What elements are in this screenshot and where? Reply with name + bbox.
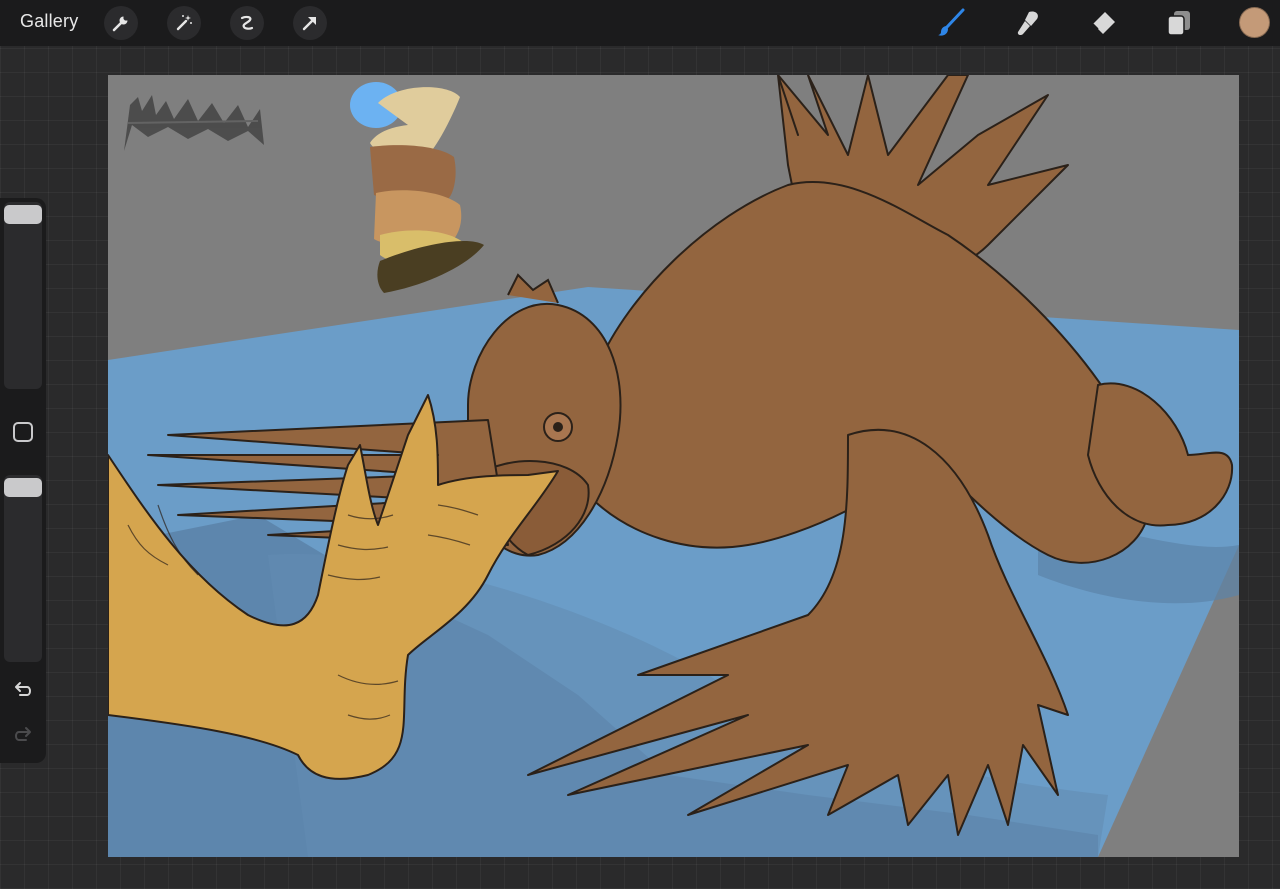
left-sidebar — [0, 198, 46, 763]
opacity-slider[interactable] — [4, 475, 42, 662]
smudge-tool-button[interactable] — [1011, 6, 1045, 40]
artwork — [108, 75, 1239, 857]
drawing-canvas[interactable] — [108, 75, 1239, 857]
top-toolbar: Gallery — [0, 0, 1280, 46]
brush-size-handle[interactable] — [4, 205, 42, 224]
brush-size-slider[interactable] — [4, 202, 42, 389]
transform-arrow-icon — [302, 17, 316, 31]
selection-icon — [240, 15, 254, 30]
wrench-icon — [112, 16, 128, 32]
modify-button[interactable] — [13, 422, 33, 442]
brush-tool-button[interactable] — [934, 6, 968, 40]
eraser-icon — [1092, 12, 1115, 34]
magic-wand-icon — [176, 15, 192, 31]
undo-icon[interactable] — [11, 678, 35, 702]
opacity-handle[interactable] — [4, 478, 42, 497]
smudge-icon — [1017, 11, 1038, 36]
transform-button[interactable] — [293, 6, 327, 40]
eraser-tool-button[interactable] — [1086, 6, 1120, 40]
adjustments-button[interactable] — [167, 6, 201, 40]
layers-button[interactable] — [1162, 6, 1196, 40]
selection-button[interactable] — [230, 6, 264, 40]
color-picker-button[interactable] — [1239, 7, 1270, 38]
brush-icon — [938, 8, 965, 36]
redo-icon[interactable] — [11, 723, 35, 747]
layers-icon — [1167, 11, 1190, 36]
gallery-button[interactable]: Gallery — [20, 11, 78, 32]
actions-button[interactable] — [104, 6, 138, 40]
